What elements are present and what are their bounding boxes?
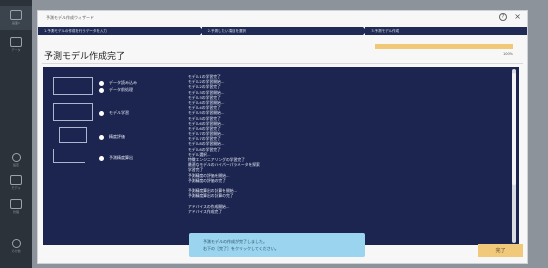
wizard-step-3: 3.予測モデル作成 — [365, 27, 528, 35]
phase-dot — [99, 135, 104, 140]
completion-toast: 予測モデルの作成が完了しました。 右下の［完了］をクリックしてください。 — [189, 233, 365, 257]
settings-icon — [11, 153, 21, 162]
scrollbar-thumb[interactable] — [512, 73, 516, 185]
log-panel: データ読み込み データ前処理 モデル学習 精度評価 予測精度算出 モデル1の学習… — [43, 67, 519, 245]
monitor-icon — [10, 10, 22, 20]
divider — [42, 63, 523, 64]
phase-dot — [99, 111, 104, 116]
model-creation-dialog: 予測モデル作成ウィザード ? × 1.予測モデルの作成を行うデータを入力 2.予… — [37, 10, 528, 264]
phase-label: モデル学習 — [109, 110, 129, 115]
sidebar-item-3[interactable]: 設定 — [0, 150, 32, 170]
sidebar-item-label: モデル — [11, 186, 21, 190]
phase-label: データ読み込み — [109, 80, 137, 85]
done-button[interactable]: 完了 — [478, 244, 523, 257]
sidebar-item-4[interactable]: モデル — [0, 172, 32, 192]
scrollbar[interactable] — [512, 69, 516, 243]
toast-line-2: 右下の［完了］をクリックしてください。 — [203, 246, 279, 251]
log-line: アドバイス作成完了 — [188, 208, 223, 214]
sidebar-item-label: データ — [11, 48, 21, 52]
network-diagram-image — [53, 103, 93, 121]
sidebar-item-label: 設定 — [12, 163, 19, 167]
phase-load: データ読み込み データ前処理 — [53, 75, 193, 101]
sidebar-item-1[interactable]: 画面1 — [0, 6, 32, 30]
gear-icon — [11, 239, 21, 248]
phase-label: データ前処理 — [109, 87, 133, 92]
dialog-title: 予測モデル作成ウィザード — [46, 15, 94, 20]
log-output: モデル1の学習完了 モデル2の学習開始... モデル2の学習完了 モデル3の学習開始.… — [188, 74, 368, 214]
app-sidebar: 画面1 データ 設定 モデル 管理 その他 — [0, 0, 32, 268]
phase-eval: 精度評価 — [53, 125, 193, 147]
sidebar-item-2[interactable]: データ — [0, 34, 32, 56]
toast-line-1: 予測モデルの作成が完了しました。 — [203, 239, 267, 244]
phase-dot — [99, 88, 104, 93]
phase-predict: 予測精度算出 — [53, 147, 193, 169]
phase-label: 精度評価 — [109, 134, 125, 139]
wizard-step-1: 1.予測モデルの作成を行うデータを入力 — [38, 27, 204, 35]
phase-label: 予測精度算出 — [109, 155, 133, 160]
evaluation-image — [59, 127, 87, 143]
model-icon — [10, 175, 22, 185]
bar-chart-image — [53, 149, 85, 163]
data-table-image — [53, 77, 93, 95]
phase-train: モデル学習 — [53, 103, 193, 127]
progress-fill — [375, 44, 513, 49]
page-title: 予測モデル作成完了 — [44, 52, 126, 62]
phase-dot — [99, 81, 104, 86]
sidebar-item-5[interactable]: 管理 — [0, 196, 32, 216]
sidebar-item-label: その他 — [11, 249, 21, 253]
wizard-steps: 1.予測モデルの作成を行うデータを入力 2.予測したい項目を選択 3.予測モデル… — [38, 27, 528, 35]
phase-dot — [99, 156, 104, 161]
progress-bar — [375, 44, 513, 49]
progress-percent: 100% — [502, 52, 513, 56]
sidebar-item-6[interactable]: その他 — [0, 236, 32, 256]
help-icon[interactable]: ? — [499, 13, 507, 21]
sidebar-item-label: 管理 — [12, 210, 19, 214]
chart-icon — [10, 199, 22, 209]
sidebar-item-label: 画面1 — [12, 21, 20, 25]
close-icon[interactable]: × — [514, 12, 521, 21]
wizard-step-2: 2.予測したい項目を選択 — [201, 27, 368, 35]
database-icon — [10, 37, 22, 47]
